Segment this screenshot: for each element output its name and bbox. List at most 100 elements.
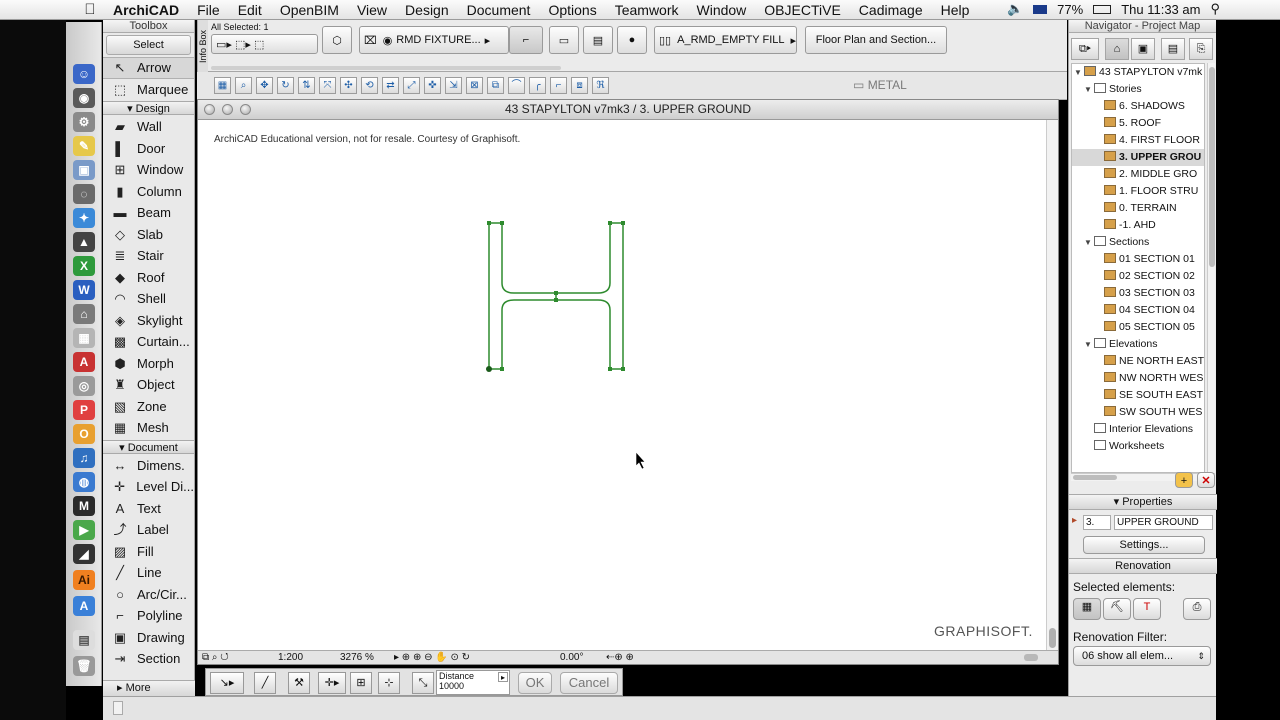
renovation-new-button[interactable]: T	[1133, 598, 1161, 620]
tool-skylight[interactable]: ◈ Skylight	[103, 310, 194, 332]
tool-polyline[interactable]: ⌐ Polyline	[103, 605, 194, 627]
tree-item[interactable]: 3. UPPER GROU	[1072, 149, 1204, 166]
appstore-icon[interactable]: A	[73, 596, 95, 616]
battery-text[interactable]: 77%	[1057, 2, 1083, 17]
zoom-field[interactable]: 3276 %	[340, 652, 374, 664]
tree-item[interactable]: NE NORTH EAST	[1072, 353, 1204, 370]
scale-field[interactable]: 1:200	[278, 652, 303, 664]
app-icon-red[interactable]: P	[73, 400, 95, 420]
itunes-icon[interactable]: ♫	[73, 448, 95, 468]
display-option-selector[interactable]: Floor Plan and Section...	[805, 26, 947, 54]
grid-snap-button[interactable]: ⊞	[350, 672, 372, 694]
menu-window[interactable]: Window	[688, 2, 756, 18]
tree-item[interactable]: 05 SECTION 05	[1072, 319, 1204, 336]
tool-morph[interactable]: ⬢ Morph	[103, 353, 194, 375]
material-button[interactable]: ●	[617, 26, 647, 54]
edit-tool-2[interactable]: ↻	[277, 77, 294, 94]
delete-item-button[interactable]: ✕	[1197, 472, 1215, 488]
menu-document[interactable]: Document	[458, 2, 540, 18]
menu-edit[interactable]: Edit	[229, 2, 271, 18]
tree-item[interactable]: -1. AHD	[1072, 217, 1204, 234]
layer-combo-icon[interactable]: ⧉ ⌕ ↺	[202, 652, 229, 664]
browser-icon[interactable]: ◍	[73, 472, 95, 492]
app-icon-orange[interactable]: O	[73, 424, 95, 444]
zoom-back-icon[interactable]: ⇠⊕ ⊕	[606, 652, 634, 664]
tab-publisher[interactable]: ⎘	[1189, 38, 1213, 60]
tree-vertical-scrollbar[interactable]	[1207, 63, 1215, 473]
tool-arrow[interactable]: ↖ Arrow	[103, 57, 194, 79]
distance-field[interactable]: Distance 10000 ▸	[436, 670, 510, 695]
tool-wall[interactable]: ▰ Wall	[103, 116, 194, 138]
snap-points-button[interactable]: ✛▸	[318, 672, 346, 694]
menu-options[interactable]: Options	[539, 2, 605, 18]
h-shape-drawing[interactable]	[488, 222, 624, 370]
tree-item[interactable]: 04 SECTION 04	[1072, 302, 1204, 319]
renovation-settings-button[interactable]: ⎙	[1183, 598, 1211, 620]
more-tools-button[interactable]: ▸ More	[103, 680, 195, 696]
angle-field[interactable]: 0.00°	[560, 652, 583, 664]
disclosure-open-icon[interactable]: ▼	[1084, 234, 1094, 251]
system-preferences-icon[interactable]: ⚙	[73, 112, 95, 132]
edit-tool-6[interactable]: ⟲	[361, 77, 378, 94]
fill-type-selector[interactable]: ▯▯ A_RMD_EMPTY FILL ▸	[654, 26, 797, 54]
ok-button[interactable]: OK	[518, 672, 552, 694]
tool-object[interactable]: ♜ Object	[103, 374, 194, 396]
zoom-controls-icon[interactable]: ▸ ⊕ ⊕ ⊖ ✋ ⊙ ↻	[394, 652, 470, 664]
special-snap-button[interactable]: ⚒	[288, 672, 310, 694]
menu-app[interactable]: ArchiCAD	[104, 2, 188, 18]
story-id-field[interactable]: 3.	[1083, 515, 1111, 530]
menu-teamwork[interactable]: Teamwork	[606, 2, 688, 18]
menu-cadimage[interactable]: Cadimage	[850, 2, 932, 18]
tool-column[interactable]: ▮ Column	[103, 181, 194, 203]
drawing-canvas[interactable]	[198, 100, 1060, 666]
disclosure-open-icon[interactable]: ▼	[1074, 64, 1084, 81]
tool-marquee[interactable]: ⬚ Marquee	[103, 79, 194, 101]
guide-line-button[interactable]: ╱	[254, 672, 276, 694]
flag-icon[interactable]	[1033, 4, 1048, 14]
layer-selector[interactable]: ⌧ ◉ RMD FIXTURE... ▸	[359, 26, 509, 54]
document-section-header[interactable]: ▾ Document	[103, 439, 194, 454]
tree-item[interactable]: 02 SECTION 02	[1072, 268, 1204, 285]
tree-item[interactable]: 6. SHADOWS	[1072, 98, 1204, 115]
menu-help[interactable]: Help	[932, 2, 979, 18]
archicad-icon[interactable]: ⌂	[73, 304, 95, 324]
floor-plan-display-button[interactable]: ⬡	[322, 26, 352, 54]
edit-tool-5[interactable]: ✣	[340, 77, 357, 94]
tree-item[interactable]: SW SOUTH WES	[1072, 404, 1204, 421]
edit-tool-13[interactable]: ⌒	[508, 77, 525, 94]
tool-beam[interactable]: ▬ Beam	[103, 202, 194, 224]
menu-view[interactable]: View	[348, 2, 396, 18]
edit-tool-12[interactable]: ⧉	[487, 77, 504, 94]
calculator-icon[interactable]: ▦	[73, 328, 95, 348]
tool-curtain-wall[interactable]: ▩ Curtain...	[103, 331, 194, 353]
app-icon-green[interactable]: ▶	[73, 520, 95, 540]
chevron-right-icon[interactable]: ▸	[498, 672, 508, 682]
excel-icon[interactable]: X	[73, 256, 95, 276]
tree-folder[interactable]: ▼ Sections	[1072, 234, 1204, 251]
safari-icon[interactable]: ✦	[73, 208, 95, 228]
menu-design[interactable]: Design	[396, 2, 458, 18]
finder-icon[interactable]: ☺	[73, 64, 95, 84]
edit-tool-1[interactable]: ✥	[256, 77, 273, 94]
preview-icon[interactable]: ▣	[73, 160, 95, 180]
edit-tool-3[interactable]: ⇅	[298, 77, 315, 94]
terminal-icon[interactable]: ▲	[73, 232, 95, 252]
acrobat-icon[interactable]: A	[73, 352, 95, 372]
tree-item[interactable]: 03 SECTION 03	[1072, 285, 1204, 302]
edit-tool-9[interactable]: ✜	[424, 77, 441, 94]
tool-mesh[interactable]: ▦ Mesh	[103, 417, 194, 439]
volume-icon[interactable]: 🔈	[1007, 1, 1023, 17]
tool-roof[interactable]: ◆ Roof	[103, 267, 194, 289]
infobox-scrollbar[interactable]	[211, 66, 561, 70]
tree-hscroll-thumb[interactable]	[1073, 475, 1117, 480]
select-button[interactable]: Select	[106, 35, 191, 55]
tab-layout-book[interactable]: ▤	[1161, 38, 1185, 60]
renovation-existing-button[interactable]: ▦	[1073, 598, 1101, 620]
snap-mode-button[interactable]: ↘▸	[210, 672, 244, 694]
tree-folder[interactable]: Interior Elevations	[1072, 421, 1204, 438]
tree-item[interactable]: 4. FIRST FLOOR	[1072, 132, 1204, 149]
tool-dimension[interactable]: ↔ Dimens.	[103, 455, 194, 477]
tool-fill[interactable]: ▨ Fill	[103, 541, 194, 563]
line-type-button[interactable]: ⌐	[509, 26, 543, 54]
tree-item[interactable]: 2. MIDDLE GRO	[1072, 166, 1204, 183]
